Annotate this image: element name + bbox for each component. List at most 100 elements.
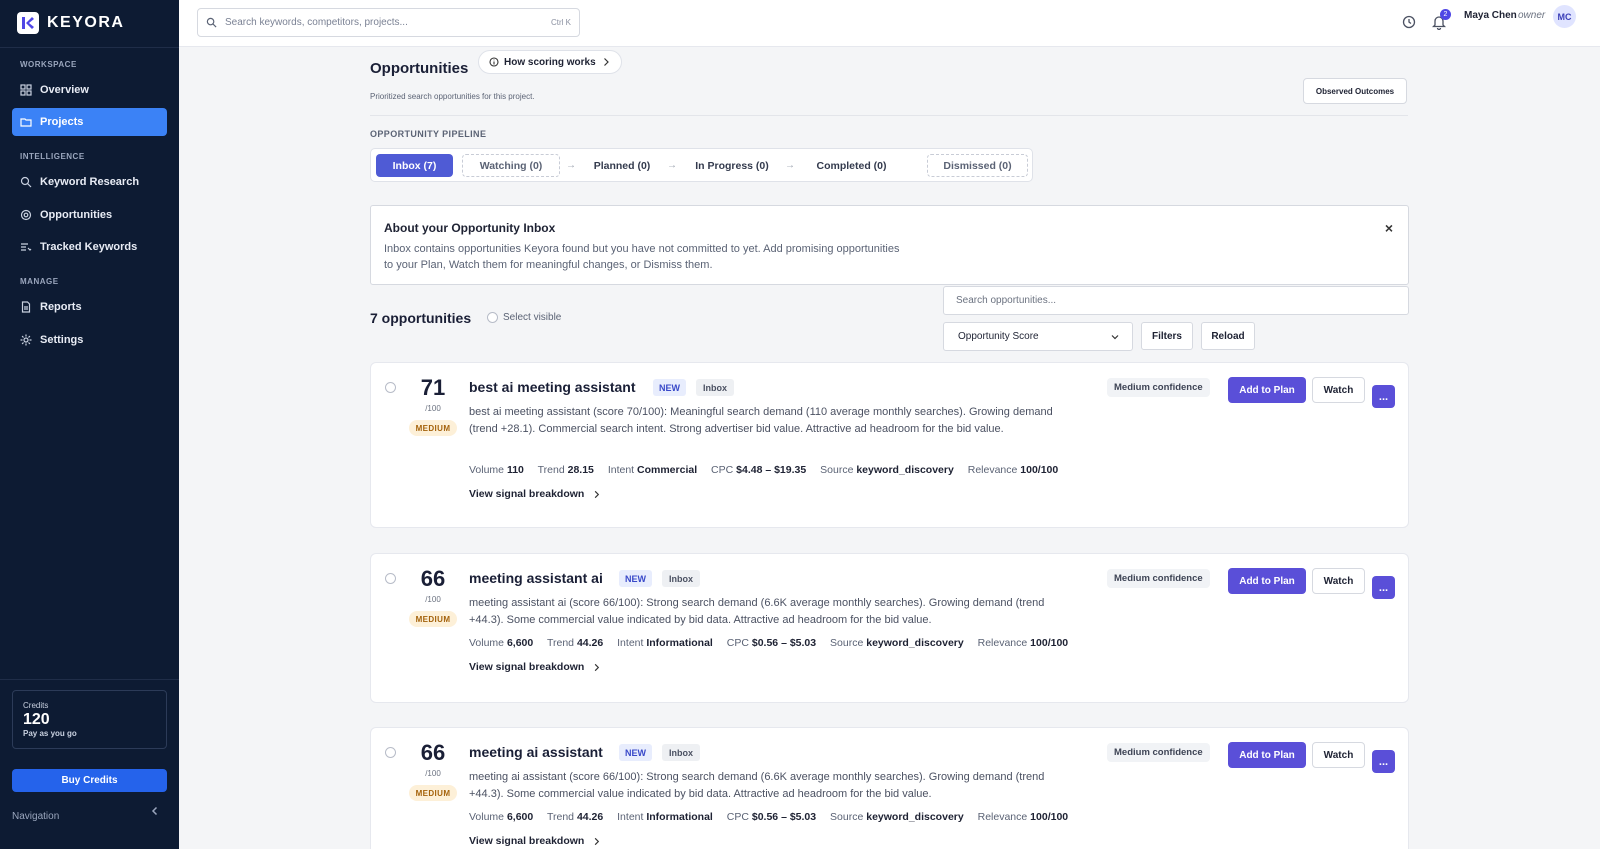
metric-volume: 6,600: [506, 811, 534, 823]
add-to-plan-button[interactable]: Add to Plan: [1228, 377, 1306, 403]
sidebar-item-overview[interactable]: Overview: [12, 76, 167, 104]
arrow-right-icon: →: [785, 160, 795, 171]
metric-source: keyword_discovery: [866, 811, 964, 823]
view-breakdown-label: View signal breakdown: [469, 488, 585, 500]
sidebar-item-projects[interactable]: Projects: [12, 108, 167, 136]
pipeline-stage-dismissed[interactable]: Dismissed (0): [927, 154, 1028, 177]
how-scoring-works-link[interactable]: How scoring works: [478, 50, 622, 74]
gear-icon: [20, 334, 32, 346]
view-signal-breakdown-link[interactable]: View signal breakdown: [469, 488, 601, 500]
sidebar-item-keyword-research[interactable]: Keyword Research: [12, 168, 167, 196]
info-icon: [489, 57, 499, 67]
pipeline-stage-planned[interactable]: Planned (0): [583, 154, 661, 177]
pipeline-stage-inbox[interactable]: Inbox (7): [376, 154, 453, 177]
nav-section-workspace: WORKSPACE: [20, 60, 77, 69]
metric-relevance: 100/100: [1030, 811, 1069, 823]
global-search[interactable]: Ctrl K: [197, 8, 580, 37]
confidence-badge: Medium confidence: [1107, 569, 1210, 588]
add-to-plan-button[interactable]: Add to Plan: [1228, 742, 1306, 768]
metric-cpc: $4.48 – $19.35: [736, 464, 807, 476]
chevron-right-icon: [595, 837, 600, 845]
card-select-radio[interactable]: [385, 747, 396, 758]
opportunity-score: 71: [420, 375, 446, 400]
watch-button[interactable]: Watch: [1312, 568, 1365, 594]
sidebar-item-label: Reports: [40, 301, 82, 313]
sidebar-item-label: Overview: [40, 84, 89, 96]
opportunity-card: 71 /100 MEDIUM best ai meeting assistant…: [370, 362, 1409, 528]
pipeline-stage-in-progress[interactable]: In Progress (0): [685, 154, 779, 177]
view-signal-breakdown-link[interactable]: View signal breakdown: [469, 835, 601, 847]
navigation-footer-label: Navigation: [12, 811, 60, 822]
user-name[interactable]: Maya Chen: [1464, 10, 1517, 21]
watch-button[interactable]: Watch: [1312, 742, 1365, 768]
status-badge: Inbox: [662, 744, 700, 761]
more-actions-button[interactable]: ...: [1372, 385, 1395, 408]
opportunity-description: meeting ai assistant (score 66/100): Str…: [469, 771, 1045, 800]
reload-button[interactable]: Reload: [1201, 322, 1255, 350]
sort-select-value: Opportunity Score: [958, 331, 1039, 342]
pipeline-stage-watching[interactable]: Watching (0): [462, 154, 560, 177]
score-band-badge: MEDIUM: [409, 420, 457, 436]
global-search-input[interactable]: [225, 17, 543, 28]
opportunity-count: 7 opportunities: [370, 310, 472, 326]
new-badge: NEW: [653, 379, 686, 396]
filters-button[interactable]: Filters: [1141, 322, 1193, 350]
nav-section-manage: MANAGE: [20, 277, 59, 286]
divider: [0, 47, 179, 48]
target-icon: [20, 209, 32, 221]
select-visible-toggle[interactable]: Select visible: [487, 312, 561, 323]
close-icon[interactable]: ×: [1385, 220, 1393, 236]
pipeline-stage-completed[interactable]: Completed (0): [803, 154, 900, 177]
opportunity-description: meeting assistant ai (score 66/100): Str…: [469, 597, 1045, 626]
score-band-badge: MEDIUM: [409, 611, 457, 627]
buy-credits-button[interactable]: Buy Credits: [12, 769, 167, 792]
opportunity-title[interactable]: meeting ai assistant: [469, 744, 603, 760]
nav-section-intelligence: INTELLIGENCE: [20, 152, 85, 161]
card-select-radio[interactable]: [385, 573, 396, 584]
metric-volume: 6,600: [506, 637, 534, 649]
history-icon[interactable]: [1402, 15, 1416, 29]
opportunity-score: 66: [420, 566, 446, 591]
card-select-radio[interactable]: [385, 382, 396, 393]
sidebar-item-reports[interactable]: Reports: [12, 293, 167, 321]
metric-cpc: $0.56 – $5.03: [751, 811, 817, 823]
opportunity-title[interactable]: best ai meeting assistant: [469, 379, 636, 395]
topbar: Ctrl K 2 Maya Chen owner MC: [179, 0, 1600, 47]
observed-outcomes-button[interactable]: Observed Outcomes: [1303, 78, 1407, 104]
opportunity-search-input[interactable]: [943, 286, 1409, 315]
grid-icon: [20, 84, 32, 96]
metric-intent: Informational: [646, 637, 713, 649]
divider: [0, 679, 179, 680]
collapse-sidebar-button[interactable]: [149, 805, 163, 819]
metric-relevance: 100/100: [1030, 637, 1069, 649]
opportunity-metrics: Volume 6,600 Trend 44.26 Intent Informat…: [469, 811, 1069, 823]
new-badge: NEW: [619, 570, 652, 587]
pipeline-label: OPPORTUNITY PIPELINE: [370, 129, 487, 139]
sidebar-item-label: Tracked Keywords: [40, 241, 138, 253]
score-max: /100: [425, 404, 441, 413]
more-actions-button[interactable]: ...: [1372, 750, 1395, 773]
add-to-plan-button[interactable]: Add to Plan: [1228, 568, 1306, 594]
new-badge: NEW: [619, 744, 652, 761]
metric-source: keyword_discovery: [866, 637, 964, 649]
more-actions-button[interactable]: ...: [1372, 576, 1395, 599]
select-visible-radio[interactable]: [487, 312, 498, 323]
sidebar-item-settings[interactable]: Settings: [12, 326, 167, 354]
sidebar-item-tracked-keywords[interactable]: Tracked Keywords: [12, 233, 167, 261]
info-text: Inbox contains opportunities Keyora foun…: [384, 243, 900, 271]
avatar[interactable]: MC: [1553, 5, 1576, 28]
view-signal-breakdown-link[interactable]: View signal breakdown: [469, 661, 601, 673]
watch-button[interactable]: Watch: [1312, 377, 1365, 403]
metric-volume: 110: [506, 464, 524, 476]
sidebar-item-opportunities[interactable]: Opportunities: [12, 201, 167, 229]
opportunity-card: 66 /100 MEDIUM meeting ai assistant NEW …: [370, 727, 1409, 849]
sort-select[interactable]: Opportunity Score: [943, 322, 1133, 351]
opportunity-title[interactable]: meeting assistant ai: [469, 570, 603, 586]
divider: [370, 115, 1408, 116]
credits-plan: Pay as you go: [23, 729, 77, 738]
brand[interactable]: KEYORA: [17, 11, 124, 35]
list-icon: [21, 243, 32, 251]
confidence-badge: Medium confidence: [1107, 378, 1210, 397]
brand-name: KEYORA: [47, 14, 125, 31]
shortcut-hint: Ctrl K: [551, 18, 571, 27]
